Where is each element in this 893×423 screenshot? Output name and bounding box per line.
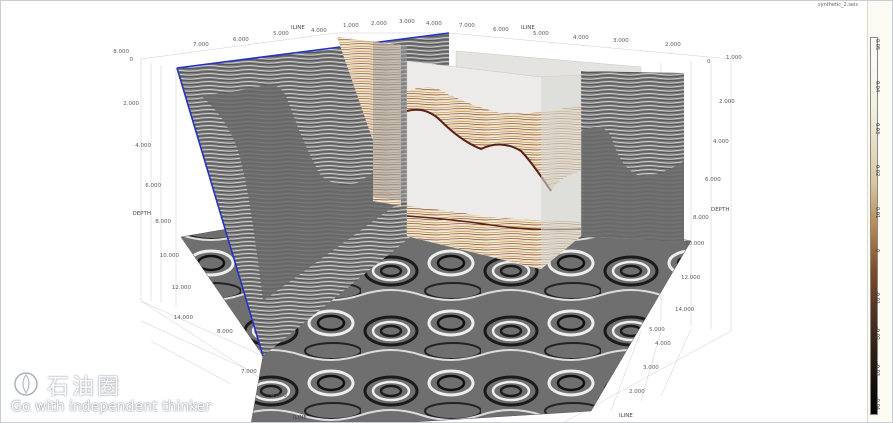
right-depth-tick: 6.000 <box>705 177 721 183</box>
right-depth-tick: 0 <box>707 59 711 65</box>
watermark-chinese-text: 石油圈 <box>47 375 123 400</box>
colorbar-label: -0.02 <box>874 327 880 340</box>
bottom-left-tick: 6.000 <box>271 393 287 399</box>
bottom-right-tick: 5.000 <box>649 327 665 333</box>
application-window: synthetic_2.seis 8.000 0 2.000 4.000 6.0… <box>0 0 893 423</box>
left-depth-tick: 10.000 <box>160 253 180 259</box>
iline-axis-title: ILINE <box>291 25 305 31</box>
top-mid-axis: 1.000 2.000 3.000 4.000 <box>343 19 442 29</box>
iline-tick: 7.000 <box>459 23 475 29</box>
left-depth-axis: 8.000 0 2.000 4.000 6.000 DEPTH 8.000 10… <box>113 49 193 321</box>
iline-tick: 5.000 <box>273 31 289 37</box>
left-depth-tick: 14.000 <box>174 315 194 321</box>
top-mid-tick: 2.000 <box>371 21 387 27</box>
bottom-right-tick: 3.000 <box>643 365 659 371</box>
colorbar-label: 0.05 <box>874 39 880 51</box>
iline-tick: 5.000 <box>533 31 549 37</box>
top-mid-tick: 4.000 <box>426 21 442 27</box>
right-depth-tick: 4.000 <box>713 139 729 145</box>
iline-tick: 7.000 <box>193 42 209 48</box>
left-depth-tick: 2.000 <box>123 101 139 107</box>
right-depth-tick: 14.000 <box>675 307 695 313</box>
right-depth-tick: 2.000 <box>719 99 735 105</box>
oil-drop-logo-icon <box>14 372 38 396</box>
bottom-right-tick: 2.000 <box>629 389 645 395</box>
right-depth-tick: 12.000 <box>681 275 701 281</box>
3d-viewport[interactable]: 8.000 0 2.000 4.000 6.000 DEPTH 8.000 10… <box>1 1 867 423</box>
colorbar-label: 0.02 <box>874 165 880 177</box>
left-depth-tick: 8.000 <box>155 219 171 225</box>
iline-axis-title: ILINE <box>619 413 633 419</box>
right-depth-tick: 10.000 <box>685 241 705 247</box>
amplitude-colorbar <box>870 37 878 415</box>
colorbar-panel: 0.05 0.04 0.03 0.02 0.01 0 -0.01 -0.02 -… <box>867 1 892 422</box>
left-depth-tick: 0 <box>130 57 134 63</box>
bottom-left-tick: 8.000 <box>217 329 233 335</box>
top-mid-tick: 1.000 <box>343 23 359 29</box>
colorbar-label: -0.04 <box>874 397 880 410</box>
colorbar-label: -0.03 <box>874 363 880 376</box>
iline-axis-title: ILINE <box>293 415 307 421</box>
left-depth-tick: 8.000 <box>113 49 129 55</box>
watermark-english-text: Go with independent thinker <box>11 399 212 415</box>
iline-tick: 6.000 <box>233 37 249 43</box>
left-depth-axis-title: DEPTH <box>132 211 151 217</box>
left-depth-tick: 4.000 <box>135 143 151 149</box>
iline-tick: 3.000 <box>613 38 629 44</box>
iline-tick: 1.000 <box>726 55 742 61</box>
seismic-3d-scene[interactable]: 8.000 0 2.000 4.000 6.000 DEPTH 8.000 10… <box>1 1 867 423</box>
inline-main-side-shade <box>541 75 581 269</box>
colorbar-label: -0.01 <box>874 291 880 304</box>
top-left-iline-axis: 7.000 6.000 5.000 ILINE 4.000 <box>193 25 327 48</box>
top-mid-tick: 3.000 <box>399 19 415 25</box>
right-depth-tick: 8.000 <box>693 215 709 221</box>
left-depth-tick: 6.000 <box>145 183 161 189</box>
iline-tick: 4.000 <box>573 35 589 41</box>
watermark: 石油圈 Go with independent thinker <box>9 369 249 419</box>
iline-tick: 6.000 <box>493 27 509 33</box>
right-depth-axis-title: DEPTH <box>711 207 730 213</box>
colorbar-label: 0 <box>874 249 880 253</box>
colorbar-label: 0.03 <box>874 123 880 135</box>
crossline-narrow-gray[interactable] <box>373 41 407 201</box>
iline-tick: 4.000 <box>311 28 327 34</box>
bottom-right-tick: 4.000 <box>655 341 671 347</box>
colorbar-label: 0.01 <box>874 207 880 219</box>
colorbar-label: 0.04 <box>874 81 880 93</box>
right-depth-axis: 0 2.000 4.000 6.000 DEPTH 8.000 10.000 1… <box>675 59 735 313</box>
left-depth-tick: 12.000 <box>172 285 192 291</box>
iline-tick: 2.000 <box>665 42 681 48</box>
